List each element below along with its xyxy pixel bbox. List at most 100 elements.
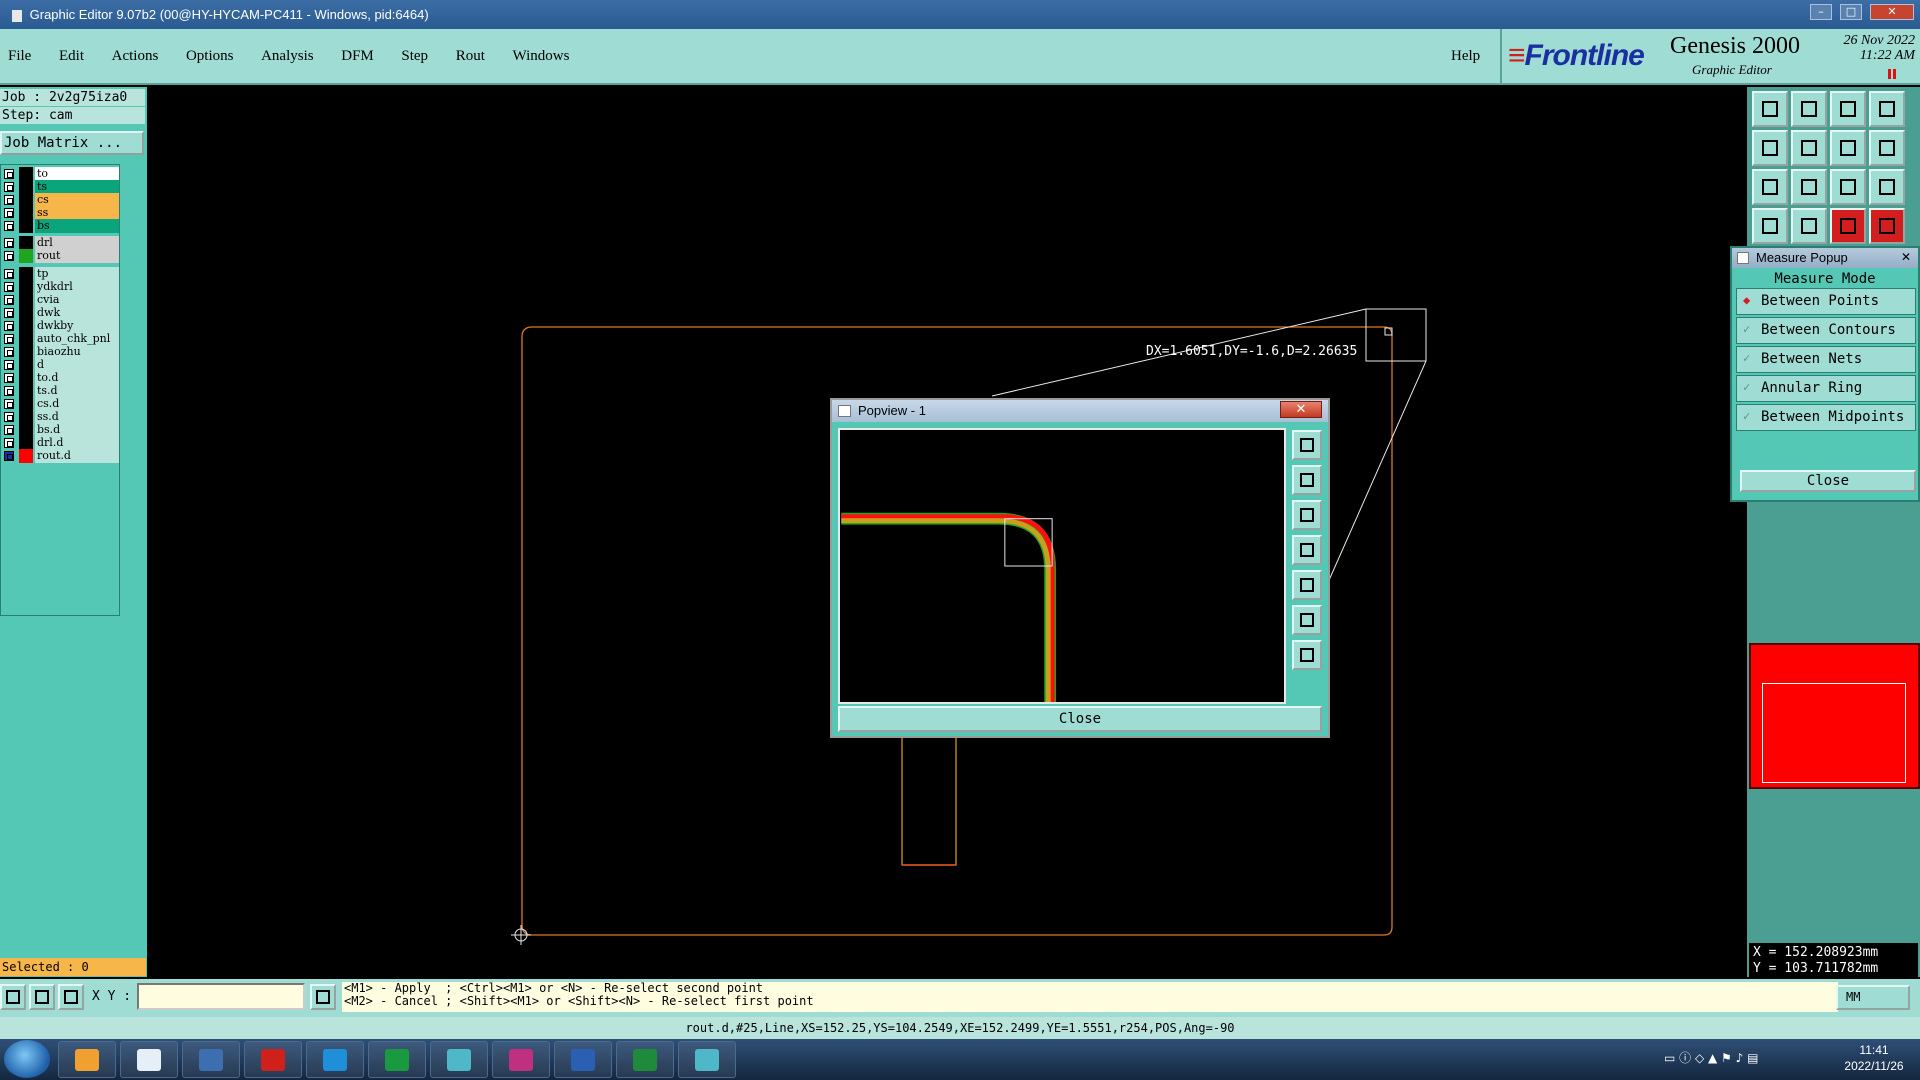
layer-color-swatch[interactable]	[19, 423, 33, 437]
layer-color-swatch[interactable]	[19, 306, 33, 320]
mode-between-midpoints[interactable]: ✓ Between Midpoints	[1736, 404, 1916, 431]
layer-checkbox[interactable]	[4, 451, 14, 461]
layer-checkbox[interactable]	[4, 182, 14, 192]
net-button[interactable]	[1830, 208, 1866, 244]
layer-checkbox[interactable]	[4, 438, 14, 448]
menu-analysis[interactable]: Analysis	[261, 48, 314, 65]
measure-popup-titlebar[interactable]: Measure Popup ✕	[1732, 248, 1918, 268]
layer-name[interactable]: ydkdrl	[35, 280, 119, 294]
popview-titlebar[interactable]: Popview - 1 ✕	[832, 400, 1328, 422]
layer-checkbox[interactable]	[4, 412, 14, 422]
layer-color-swatch[interactable]	[19, 180, 33, 194]
layer-checkbox[interactable]	[4, 195, 14, 205]
layer-name[interactable]: auto_chk_pnl	[35, 332, 119, 346]
edit-mode-button[interactable]	[29, 984, 55, 1010]
layer-name[interactable]: ss.d	[35, 410, 119, 424]
taskbar-app-green[interactable]	[368, 1041, 426, 1078]
layer-checkbox[interactable]	[4, 251, 14, 261]
layer-color-swatch[interactable]	[19, 436, 33, 450]
layer-name[interactable]: rout	[35, 249, 119, 263]
layer-color-swatch[interactable]	[19, 332, 33, 346]
layer-color-swatch[interactable]	[19, 319, 33, 333]
maximize-button[interactable]: □	[1840, 4, 1862, 20]
measure-popup-close-icon[interactable]: ✕	[1898, 250, 1914, 264]
popview-pan-left-button[interactable]	[1292, 535, 1322, 565]
settings-button[interactable]	[1752, 208, 1788, 244]
taskbar-app-x[interactable]	[492, 1041, 550, 1078]
layer-color-swatch[interactable]	[19, 371, 33, 385]
layer-row[interactable]: cs.d	[3, 397, 119, 411]
taskbar-app-eye2[interactable]	[678, 1041, 736, 1078]
layer-checkbox[interactable]	[4, 169, 14, 179]
layer-checkbox[interactable]	[4, 334, 14, 344]
popview-zoom-fit-button[interactable]	[1292, 605, 1322, 635]
taskbar-app-blue[interactable]	[306, 1041, 364, 1078]
mode-between-points[interactable]: ◆ Between Points	[1736, 288, 1916, 315]
layer-checkbox[interactable]	[4, 347, 14, 357]
view-bottom-button[interactable]	[1791, 91, 1827, 127]
popview-canvas[interactable]	[838, 428, 1286, 704]
net-compare-button[interactable]	[1869, 208, 1905, 244]
layer-name[interactable]: biaozhu	[35, 345, 119, 359]
taskbar-app-save[interactable]	[182, 1041, 240, 1078]
taskbar-clock[interactable]: 11:41 2022/11/26	[1834, 1042, 1914, 1074]
layer-row[interactable]: bs.d	[3, 423, 119, 437]
measure-close-button[interactable]: Close	[1740, 470, 1916, 492]
layer-color-swatch[interactable]	[19, 249, 33, 263]
layer-checkbox[interactable]	[4, 360, 14, 370]
layer-row[interactable]: dwkby	[3, 319, 119, 333]
popview-zoom-out-button[interactable]	[1292, 640, 1322, 670]
popview-pan-right-button[interactable]	[1292, 570, 1322, 600]
popview-close-icon[interactable]: ✕	[1280, 401, 1322, 418]
layer-row[interactable]: tp	[3, 267, 119, 281]
taskbar-app-word[interactable]	[554, 1041, 612, 1078]
layer-color-swatch[interactable]	[19, 345, 33, 359]
layer-color-swatch[interactable]	[19, 293, 33, 307]
layer-row[interactable]: to	[3, 167, 119, 181]
taskbar-app-excel[interactable]	[616, 1041, 674, 1078]
layer-row[interactable]: drl	[3, 236, 119, 250]
layer-checkbox[interactable]	[4, 386, 14, 396]
layer-name[interactable]: dwkby	[35, 319, 119, 333]
board-view-button[interactable]	[1869, 91, 1905, 127]
layer-color-swatch[interactable]	[19, 410, 33, 424]
help-query-button[interactable]	[1869, 169, 1905, 205]
layer-name[interactable]: drl	[35, 236, 119, 250]
layer-name[interactable]: cvia	[35, 293, 119, 307]
layer-row[interactable]: cs	[3, 193, 119, 207]
layer-name[interactable]: tp	[35, 267, 119, 281]
layer-row[interactable]: bs	[3, 219, 119, 233]
select-mode-button[interactable]	[0, 984, 26, 1010]
xy-input[interactable]	[137, 983, 305, 1010]
pan-right-button[interactable]	[1791, 130, 1827, 166]
layer-checkbox[interactable]	[4, 308, 14, 318]
layer-row[interactable]: ss	[3, 206, 119, 220]
layer-checkbox[interactable]	[4, 208, 14, 218]
layer-name[interactable]: drl.d	[35, 436, 119, 450]
close-window-button[interactable]: ✕	[1870, 4, 1914, 20]
layer-color-swatch[interactable]	[19, 384, 33, 398]
menu-windows[interactable]: Windows	[513, 48, 570, 65]
layer-row[interactable]: biaozhu	[3, 345, 119, 359]
layer-checkbox[interactable]	[4, 282, 14, 292]
job-matrix-button[interactable]: Job Matrix ...	[0, 131, 144, 155]
view-top-button[interactable]	[1752, 91, 1788, 127]
layer-checkbox[interactable]	[4, 238, 14, 248]
menu-help[interactable]: Help	[1451, 48, 1480, 65]
system-tray[interactable]: ▭ ⓘ ◇ ▲ ⚑ ♪ ▤	[1664, 1043, 1824, 1073]
layer-row[interactable]: ts	[3, 180, 119, 194]
layer-name[interactable]: d	[35, 358, 119, 372]
layer-name[interactable]: dwk	[35, 306, 119, 320]
layer-row[interactable]: cvia	[3, 293, 119, 307]
layer-name[interactable]: to	[35, 167, 119, 181]
layer-name[interactable]: cs	[35, 193, 119, 207]
menu-actions[interactable]: Actions	[112, 48, 159, 65]
info-button[interactable]	[310, 984, 336, 1010]
layer-color-swatch[interactable]	[19, 167, 33, 181]
layer-name[interactable]: ss	[35, 206, 119, 220]
popview-zoom-button[interactable]	[1292, 430, 1322, 460]
layer-checkbox[interactable]	[4, 373, 14, 383]
popview-pan-down-button[interactable]	[1292, 500, 1322, 530]
layer-color-swatch[interactable]	[19, 280, 33, 294]
layer-checkbox[interactable]	[4, 321, 14, 331]
